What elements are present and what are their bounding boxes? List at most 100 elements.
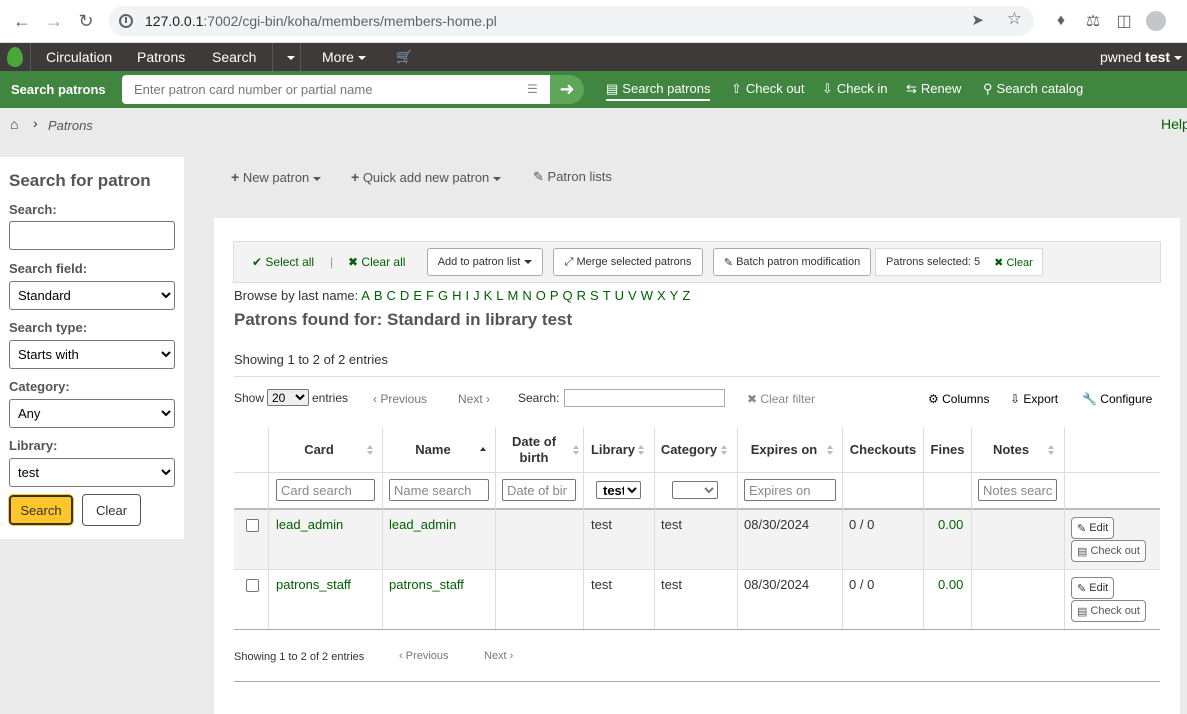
user-menu[interactable]: pwned test	[1100, 49, 1183, 65]
search-type-select[interactable]: Starts with	[9, 340, 175, 369]
browse-letter-link[interactable]: D	[400, 288, 409, 303]
help-link[interactable]: Help	[1161, 116, 1187, 132]
search-field-select[interactable]: Standard	[9, 281, 175, 310]
extensions-icon[interactable]: ♦	[1049, 9, 1073, 33]
page-length-select[interactable]: 20	[267, 389, 309, 406]
category-filter-select[interactable]	[672, 481, 718, 499]
new-patron-button[interactable]: + New patron	[231, 169, 322, 185]
nav-search[interactable]: Search	[212, 49, 256, 65]
col-header-expires[interactable]: Expires on	[738, 428, 830, 472]
reload-icon[interactable]: ↻	[74, 9, 98, 33]
browse-letter-link[interactable]: P	[550, 288, 559, 303]
patron-name-link[interactable]: lead_admin	[389, 517, 456, 532]
nav-patrons[interactable]: Patrons	[137, 49, 185, 65]
notes-filter-input[interactable]	[978, 479, 1057, 501]
check-out-button[interactable]: ▤ Check out	[1071, 540, 1146, 562]
library-select[interactable]: test	[9, 458, 175, 487]
edit-button[interactable]: ✎ Edit	[1071, 577, 1115, 599]
row-select-checkbox[interactable]	[246, 579, 259, 592]
browse-letter-link[interactable]: O	[536, 288, 546, 303]
profile-icon[interactable]	[1144, 9, 1168, 33]
browse-letter-link[interactable]: B	[374, 288, 383, 303]
col-header-notes[interactable]: Notes	[972, 428, 1050, 472]
clear-all-link[interactable]: ✖ Clear all	[348, 255, 405, 269]
patron-lists-button[interactable]: ✎ Patron lists	[533, 169, 612, 185]
bookmark-star-icon[interactable]: ☆	[1007, 9, 1022, 29]
col-header-library[interactable]: Library	[584, 428, 642, 472]
browse-letter-link[interactable]: Y	[670, 288, 679, 303]
browse-letter-link[interactable]: T	[603, 288, 611, 303]
check-out-button[interactable]: ▤ Check out	[1071, 600, 1146, 622]
batch-modification-button[interactable]: ✎ Batch patron modification	[713, 248, 871, 276]
category-select[interactable]: Any	[9, 399, 175, 428]
next-page-bottom[interactable]: Next ›	[484, 650, 513, 662]
patron-card-link[interactable]: lead_admin	[276, 517, 343, 532]
lab-icon[interactable]: ⚖	[1081, 9, 1105, 33]
browse-letter-link[interactable]: G	[438, 288, 448, 303]
configure-button[interactable]: 🔧 Configure	[1082, 392, 1152, 406]
tab-check-out[interactable]: ⇧ Check out	[731, 81, 804, 97]
clear-selection-link[interactable]: ✖ Clear	[994, 256, 1033, 269]
browse-letter-link[interactable]: N	[522, 288, 531, 303]
card-filter-input[interactable]	[276, 479, 375, 501]
browse-letter-link[interactable]: C	[387, 288, 396, 303]
quick-add-patron-button[interactable]: + Quick add new patron	[351, 169, 502, 185]
browse-letter-link[interactable]: Q	[563, 288, 573, 303]
browse-letter-link[interactable]: R	[577, 288, 586, 303]
patron-name-link[interactable]: patrons_staff	[389, 577, 464, 592]
browse-letter-link[interactable]: K	[484, 288, 493, 303]
edit-button[interactable]: ✎ Edit	[1071, 517, 1115, 539]
browse-letter-link[interactable]: E	[413, 288, 422, 303]
previous-page-top[interactable]: ‹ Previous	[373, 392, 427, 406]
browse-letter-link[interactable]: M	[507, 288, 518, 303]
send-icon[interactable]: ➤	[971, 11, 984, 29]
expires-filter-input[interactable]	[744, 479, 836, 501]
export-button[interactable]: ⇩ Export	[1010, 392, 1058, 406]
tab-search-catalog[interactable]: ⚲ Search catalog	[983, 81, 1083, 97]
browse-letter-link[interactable]: I	[465, 288, 469, 303]
browse-letter-link[interactable]: Z	[682, 288, 690, 303]
sidebar-clear-button[interactable]: Clear	[82, 494, 141, 526]
browse-letter-link[interactable]: V	[628, 288, 637, 303]
search-options-icon[interactable]: ☰	[527, 82, 538, 96]
nav-circulation[interactable]: Circulation	[46, 49, 112, 65]
clear-filter-button[interactable]: ✖ Clear filter	[747, 392, 815, 406]
browse-letter-link[interactable]: S	[590, 288, 599, 303]
browse-letter-link[interactable]: H	[452, 288, 461, 303]
koha-logo-icon[interactable]	[7, 47, 23, 67]
patron-card-link[interactable]: patrons_staff	[276, 577, 351, 592]
address-bar[interactable]: 127.0.0.1:7002/cgi-bin/koha/members/memb…	[109, 6, 1034, 36]
columns-button[interactable]: ⚙ Columns	[928, 392, 989, 406]
next-page-top[interactable]: Next ›	[458, 392, 490, 406]
col-header-category[interactable]: Category	[656, 428, 722, 472]
patron-search-input[interactable]	[122, 75, 550, 104]
merge-patrons-button[interactable]: ⤢ Merge selected patrons	[553, 248, 703, 276]
browse-letter-link[interactable]: L	[496, 288, 503, 303]
previous-page-bottom[interactable]: ‹ Previous	[399, 650, 449, 662]
col-header-name[interactable]: Name	[383, 428, 483, 472]
name-filter-input[interactable]	[389, 479, 489, 501]
browse-letter-link[interactable]: U	[615, 288, 624, 303]
table-search-input[interactable]	[564, 389, 725, 407]
home-icon[interactable]: ⌂	[10, 116, 18, 132]
col-header-card[interactable]: Card	[269, 428, 369, 472]
cart-icon[interactable]: 🛒	[396, 49, 412, 65]
browse-letter-link[interactable]: W	[641, 288, 653, 303]
search-submit-button[interactable]: ➜	[550, 75, 584, 104]
tab-check-in[interactable]: ⇩ Check in	[822, 81, 887, 97]
back-icon[interactable]: ←	[10, 9, 34, 33]
browse-letter-link[interactable]: X	[657, 288, 666, 303]
sidebar-search-button[interactable]: Search	[8, 494, 74, 526]
select-all-link[interactable]: ✔ Select all	[252, 255, 314, 269]
info-icon[interactable]	[119, 14, 133, 28]
nav-more[interactable]: More	[322, 49, 366, 65]
row-select-checkbox[interactable]	[246, 519, 259, 532]
forward-icon[interactable]: →	[42, 9, 66, 33]
add-to-patron-list-button[interactable]: Add to patron list	[427, 248, 543, 276]
tab-search-patrons[interactable]: ▤ Search patrons	[606, 81, 711, 101]
dob-filter-input[interactable]	[502, 479, 576, 501]
browse-letter-link[interactable]: F	[426, 288, 434, 303]
tab-renew[interactable]: ⇆ Renew	[906, 81, 961, 97]
sidebar-search-input[interactable]	[9, 221, 175, 250]
library-filter-select[interactable]: test	[596, 481, 641, 499]
